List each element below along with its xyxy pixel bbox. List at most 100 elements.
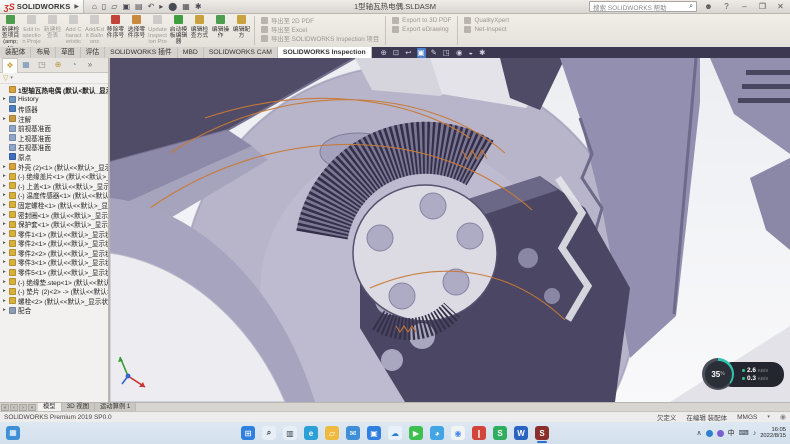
quality-menu-item[interactable]: QualityXpert [464, 16, 509, 25]
ribbon-tab[interactable]: 评估 [81, 47, 106, 58]
task-view-button[interactable]: ▥ [283, 426, 297, 440]
home-icon[interactable]: ⌂ [92, 2, 97, 11]
search-button[interactable]: ⌕ [262, 426, 276, 440]
new-inspection-project-button[interactable]: 新建检查项目 (amp;N) [0, 14, 21, 47]
touch-keyboard-icon[interactable]: ⌨ [739, 429, 749, 437]
doctab-first-button[interactable]: « [1, 404, 9, 411]
tree-item[interactable]: ▸ 外壳 (2)<1> (默认<<默认>_显示状态 [0, 162, 108, 172]
doctab-last-button[interactable]: » [28, 404, 36, 411]
tree-item[interactable]: ▸ (-) 绝缘盖片<1> (默认<<默认>_显示 [0, 171, 108, 181]
unit-caret-icon[interactable]: ▾ [767, 414, 770, 420]
sketch-icon[interactable]: ✎ [430, 48, 438, 58]
graphics-viewport[interactable]: 2.6 KB/S 0.3 KB/S 35% [110, 58, 790, 402]
export-menu-item[interactable]: 导出至 SOLIDWORKS Inspection 项目 [261, 34, 379, 43]
unit-system[interactable]: MMGS [737, 414, 757, 421]
tab-featuremanager[interactable]: ❖ [2, 58, 18, 73]
update-inspection-project-button[interactable]: Update Inspection Project [147, 14, 168, 47]
ribbon-tab[interactable]: SOLIDWORKS Inspection [278, 47, 372, 58]
edit-operation-button[interactable]: 编辑操作 [210, 14, 231, 47]
ribbon-tab[interactable]: SOLIDWORKS 插件 [105, 47, 178, 58]
tree-item[interactable]: ▸ (-) 温度传感器<1> (默认<<默认>_显 [0, 191, 108, 201]
solidworks-menu[interactable]: ʒS SOLIDWORKS ▶ [0, 0, 84, 13]
export-menu-item[interactable]: 导出至 Excel [261, 25, 379, 34]
tree-filter[interactable]: ▽ ▾ [0, 73, 108, 84]
hide-show-items-icon[interactable]: ◒ [468, 48, 475, 58]
tree-item[interactable]: ▸ History [0, 95, 108, 105]
tree-item[interactable]: 上视基准面 [0, 133, 108, 143]
new-inspection-sheet-button[interactable]: 新建检查表 [42, 14, 63, 47]
usage-ring-icon[interactable]: 35% [702, 358, 734, 390]
filter-caret-icon[interactable]: ▾ [10, 75, 13, 81]
browser-360-icon[interactable]: ◕ [430, 426, 444, 440]
previous-view-icon[interactable]: ↩ [404, 48, 412, 58]
tree-item[interactable]: 原点 [0, 152, 108, 162]
document-tab[interactable]: 模型 [38, 403, 62, 411]
tree-item[interactable]: ▸ (-) 垫片 (2)<2> -> (默认<<默认> [0, 286, 108, 296]
restore-button[interactable]: ❐ [756, 2, 769, 11]
file-properties-icon[interactable]: ▦ [182, 2, 190, 11]
tray-app-purple-icon[interactable] [717, 430, 724, 437]
new-document-icon[interactable]: ▯ [102, 2, 106, 11]
minimize-button[interactable]: – [738, 2, 751, 11]
word-icon[interactable]: W [514, 426, 528, 440]
tree-item[interactable]: ▸ (-) 绝缘垫.step<1> (默认<<默认> [0, 277, 108, 287]
add-characteristic-button[interactable]: Add Characteristic [63, 14, 84, 47]
widgets-icon[interactable]: ▦ [6, 426, 20, 440]
tree-item[interactable]: ▸ 保护套<1> (默认<<默认>_显示状态 [0, 219, 108, 229]
edit-inspection-method-button[interactable]: 编辑检查方式 [189, 14, 210, 47]
search-input[interactable]: 搜索 SOLIDWORKS 帮助 ⌕ [589, 1, 697, 12]
close-button[interactable]: ✕ [774, 2, 787, 11]
tray-app-blue-icon[interactable] [706, 430, 713, 437]
print-icon[interactable]: ▤ [135, 2, 143, 11]
tab-overflow[interactable]: » [82, 58, 98, 72]
ime-language-indicator[interactable]: 中 [728, 428, 735, 438]
clock[interactable]: 16:05 2022/8/15 [760, 427, 786, 440]
ribbon-tab[interactable]: 布局 [31, 47, 56, 58]
tree-item[interactable]: 前视基准面 [0, 123, 108, 133]
doctab-prev-button[interactable]: ‹ [10, 404, 18, 411]
tree-item[interactable]: ▸ 零件1<1> (默认<<默认>_显示状态 [0, 229, 108, 239]
mail-icon[interactable]: ✉ [346, 426, 360, 440]
document-tab[interactable]: 运动算例 1 [95, 403, 136, 411]
tree-item[interactable]: 右视基准面 [0, 143, 108, 153]
export-menu-item[interactable]: Export to 3D PDF [392, 16, 451, 25]
solidworks-taskbar-icon[interactable]: S [535, 426, 549, 440]
ribbon-tab[interactable]: 草图 [56, 47, 81, 58]
document-tab[interactable]: 3D 视图 [62, 403, 95, 411]
volume-icon[interactable]: ♪ [753, 430, 757, 437]
tab-displaymanager[interactable]: ◔ [66, 58, 82, 72]
doctab-next-button[interactable]: › [19, 404, 27, 411]
tab-propertymanager[interactable]: ▦ [18, 58, 34, 72]
add-edit-balloons-button[interactable]: Add/Edit Balloons [84, 14, 105, 47]
quality-menu-item[interactable]: Net-Inspect [464, 25, 509, 34]
export-menu-item[interactable]: Export eDrawing [392, 25, 451, 34]
tree-item[interactable]: 1型轴瓦热电偶 (默认<默认_显示状态-1>) [0, 85, 108, 95]
ribbon-tab[interactable]: MBD [178, 47, 204, 58]
remove-balloons-button[interactable]: 移除零件序号 [105, 14, 126, 47]
system-monitor-badge[interactable]: 2.6 KB/S 0.3 KB/S 35% [702, 358, 788, 390]
file-explorer-icon[interactable]: ▱ [325, 426, 339, 440]
tab-dimxpertmanager[interactable]: ⊕ [50, 58, 66, 72]
select-balloons-button[interactable]: 选择零件序号 [126, 14, 147, 47]
onedrive-icon[interactable]: ☁ [388, 426, 402, 440]
tree-item[interactable]: 传感器 [0, 104, 108, 114]
select-cursor-icon[interactable]: ▸ [159, 2, 163, 11]
tree-item[interactable]: ▸ 密封圈<1> (默认<<默认>_显示状态 [0, 210, 108, 220]
undo-icon[interactable]: ↶ [148, 2, 155, 11]
dictionary-icon[interactable]: ❙ [472, 426, 486, 440]
launch-template-editor-button[interactable]: 启动模板编辑器 [168, 14, 189, 47]
login-icon[interactable]: ☻ [702, 2, 715, 11]
zoom-area-icon[interactable]: ⊡ [392, 48, 400, 58]
tree-item[interactable]: ▸ 固定螺栓<1> (默认<<默认>_显示状态 [0, 200, 108, 210]
start-button[interactable]: ⊞ [241, 426, 255, 440]
export-menu-item[interactable]: 导出至 2D PDF [261, 16, 379, 25]
ribbon-tab[interactable]: SOLIDWORKS CAM [204, 47, 278, 58]
edge-icon[interactable]: e [304, 426, 318, 440]
tree-item[interactable]: ▸ 零件3<1> (默认<<默认>_显示状态 [0, 258, 108, 268]
chrome-icon[interactable]: ◉ [451, 426, 465, 440]
view-orientation-icon[interactable]: ◳ [442, 48, 451, 58]
tree-item[interactable]: ▸ 螺栓<2> (默认<<默认>_显示状态 [0, 296, 108, 306]
tree-item[interactable]: ▸ 注解 [0, 114, 108, 124]
open-icon[interactable]: ▱ [111, 2, 117, 11]
edit-inspection-project-button[interactable]: Edit Inspection Project [21, 14, 42, 47]
